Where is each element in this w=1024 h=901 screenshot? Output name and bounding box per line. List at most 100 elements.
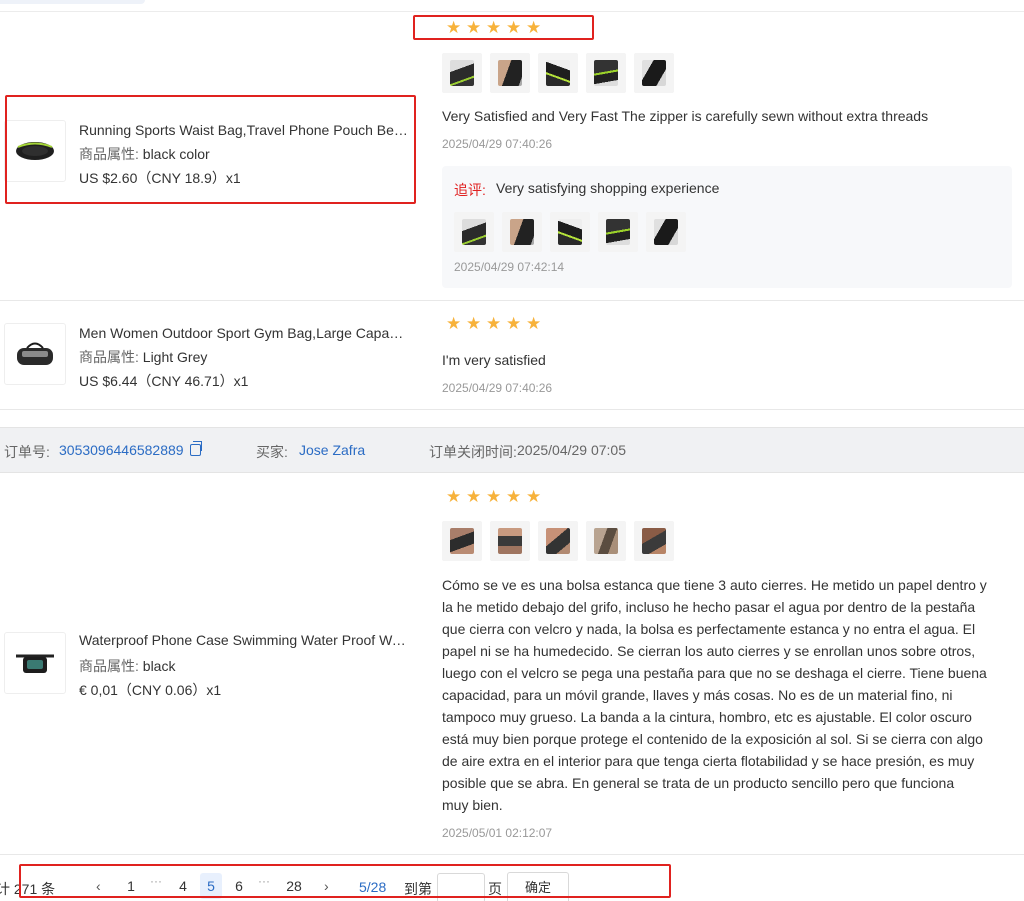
star-icon: ★ bbox=[526, 18, 542, 38]
page-1[interactable]: 1 bbox=[120, 873, 142, 899]
row-divider bbox=[0, 854, 1024, 855]
product-price: US $2.60（CNY 18.9）x1 bbox=[79, 170, 241, 186]
star-icon: ★ bbox=[486, 18, 502, 38]
pagination: 计 271 条 ‹ 1 ··· 4 5 6 ··· 28 › 5/28 到第 页… bbox=[0, 868, 680, 901]
star-icon: ★ bbox=[466, 314, 482, 334]
product-title[interactable]: Running Sports Waist Bag,Travel Phone Po… bbox=[79, 122, 409, 138]
followup-review: 追评: Very satisfying shopping experience … bbox=[442, 166, 1012, 288]
review-photo[interactable] bbox=[490, 53, 530, 93]
confirm-button[interactable]: 确定 bbox=[507, 872, 569, 901]
next-page-icon[interactable]: › bbox=[324, 878, 329, 894]
star-icon: ★ bbox=[526, 487, 542, 507]
page-unit-label: 页 bbox=[488, 881, 502, 897]
buyer-label: 买家: bbox=[256, 444, 288, 460]
product-price: € 0,01（CNY 0.06）x1 bbox=[79, 682, 222, 698]
followup-photo[interactable] bbox=[454, 212, 494, 252]
followup-date: 2025/04/29 07:42:14 bbox=[454, 260, 565, 274]
goto-label: 到第 bbox=[404, 881, 432, 897]
star-icon: ★ bbox=[466, 18, 482, 38]
product-attribute-value: Light Grey bbox=[142, 349, 208, 365]
page-5-current[interactable]: 5 bbox=[200, 873, 222, 899]
product-attribute-label: 商品属性: bbox=[79, 658, 139, 674]
product-attribute-value: black color bbox=[142, 146, 210, 162]
rating-stars: ★ ★ ★ ★ ★ bbox=[446, 20, 543, 37]
review-text-line: tampoco muy grueso. La banda a la cintur… bbox=[442, 709, 972, 725]
star-icon: ★ bbox=[486, 487, 502, 507]
goto-page-input[interactable] bbox=[437, 873, 485, 901]
product-image[interactable] bbox=[4, 120, 66, 182]
copy-icon[interactable] bbox=[189, 441, 202, 456]
review-photo[interactable] bbox=[538, 53, 578, 93]
review-text-line: muy bien. bbox=[442, 797, 503, 813]
duffel-bag-icon bbox=[17, 342, 53, 365]
star-icon: ★ bbox=[446, 314, 462, 334]
order-closed-time: 2025/04/29 07:05 bbox=[517, 442, 626, 458]
star-icon: ★ bbox=[526, 314, 542, 334]
page-6[interactable]: 6 bbox=[228, 873, 250, 899]
review-photos bbox=[442, 521, 674, 561]
followup-photos bbox=[454, 212, 686, 252]
buyer-link[interactable]: Jose Zafra bbox=[299, 442, 365, 458]
star-icon: ★ bbox=[466, 487, 482, 507]
order-info-bar: 订单号: 3053096446582889 买家: Jose Zafra 订单关… bbox=[0, 427, 1024, 473]
followup-photo[interactable] bbox=[502, 212, 542, 252]
review-photo[interactable] bbox=[586, 53, 626, 93]
review-text-line: papel ni se ha humedecido. Se cierran lo… bbox=[442, 643, 976, 659]
ellipsis-icon[interactable]: ··· bbox=[150, 874, 162, 888]
star-icon: ★ bbox=[506, 487, 522, 507]
product-attribute: 商品属性: black bbox=[79, 656, 175, 676]
row-divider bbox=[0, 300, 1024, 301]
review-text-line: que cierra con velcro y nada, la bolsa e… bbox=[442, 621, 976, 637]
pagination-total: 计 271 条 bbox=[0, 881, 56, 897]
order-id-group: 3053096446582889 bbox=[59, 441, 202, 458]
page-4[interactable]: 4 bbox=[172, 873, 194, 899]
review-photo[interactable] bbox=[634, 521, 674, 561]
review-photo[interactable] bbox=[442, 521, 482, 561]
review-text: Very Satisfied and Very Fast The zipper … bbox=[442, 108, 929, 124]
product-title[interactable]: Men Women Outdoor Sport Gym Bag,Large Ca… bbox=[79, 325, 409, 341]
waist-bag-icon bbox=[16, 142, 54, 160]
followup-photo[interactable] bbox=[598, 212, 638, 252]
waterproof-pouch-icon bbox=[16, 654, 54, 673]
followup-photo[interactable] bbox=[646, 212, 686, 252]
review-photo[interactable] bbox=[538, 521, 578, 561]
review-text: I'm very satisfied bbox=[442, 352, 546, 368]
product-price: US $6.44（CNY 46.71）x1 bbox=[79, 373, 249, 389]
order-id-link[interactable]: 3053096446582889 bbox=[59, 442, 184, 458]
ellipsis-icon[interactable]: ··· bbox=[258, 874, 270, 888]
review-photo[interactable] bbox=[634, 53, 674, 93]
row-divider bbox=[0, 409, 1024, 410]
order-id-label: 订单号: bbox=[4, 444, 50, 460]
followup-text: Very satisfying shopping experience bbox=[496, 180, 720, 196]
review-text-line: capacidad, para un móvil grande, llaves … bbox=[442, 687, 953, 703]
page-counter: 5/28 bbox=[359, 879, 387, 895]
product-image[interactable] bbox=[4, 323, 66, 385]
review-date: 2025/05/01 02:12:07 bbox=[442, 826, 553, 840]
rating-stars: ★ ★ ★ ★ ★ bbox=[446, 316, 543, 333]
star-icon: ★ bbox=[446, 487, 462, 507]
order-closed-label: 订单关闭时间: bbox=[429, 444, 517, 460]
product-title[interactable]: Waterproof Phone Case Swimming Water Pro… bbox=[79, 632, 409, 648]
product-image[interactable] bbox=[4, 632, 66, 694]
prev-page-icon[interactable]: ‹ bbox=[96, 878, 101, 894]
review-text-line: posible que se abra. En general se trata… bbox=[442, 775, 955, 791]
review-text-long: Cómo se ve es una bolsa estanca que tien… bbox=[442, 574, 1022, 816]
review-photo[interactable] bbox=[442, 53, 482, 93]
review-photo[interactable] bbox=[586, 521, 626, 561]
product-attribute-value: black bbox=[142, 658, 176, 674]
product-attribute-label: 商品属性: bbox=[79, 146, 139, 162]
product-attribute: 商品属性: black color bbox=[79, 144, 210, 164]
star-icon: ★ bbox=[446, 18, 462, 38]
review-photos bbox=[442, 53, 674, 93]
review-text-line: la he metido debajo del grifo, incluso h… bbox=[442, 599, 976, 615]
review-date: 2025/04/29 07:40:26 bbox=[442, 137, 553, 151]
review-photo[interactable] bbox=[490, 521, 530, 561]
review-date: 2025/04/29 07:40:26 bbox=[442, 381, 553, 395]
product-attribute: 商品属性: Light Grey bbox=[79, 347, 207, 367]
page-28[interactable]: 28 bbox=[283, 873, 305, 899]
followup-photo[interactable] bbox=[550, 212, 590, 252]
star-icon: ★ bbox=[486, 314, 502, 334]
top-tab-edge bbox=[0, 0, 145, 4]
star-icon: ★ bbox=[506, 314, 522, 334]
followup-label: 追评: bbox=[454, 182, 486, 198]
